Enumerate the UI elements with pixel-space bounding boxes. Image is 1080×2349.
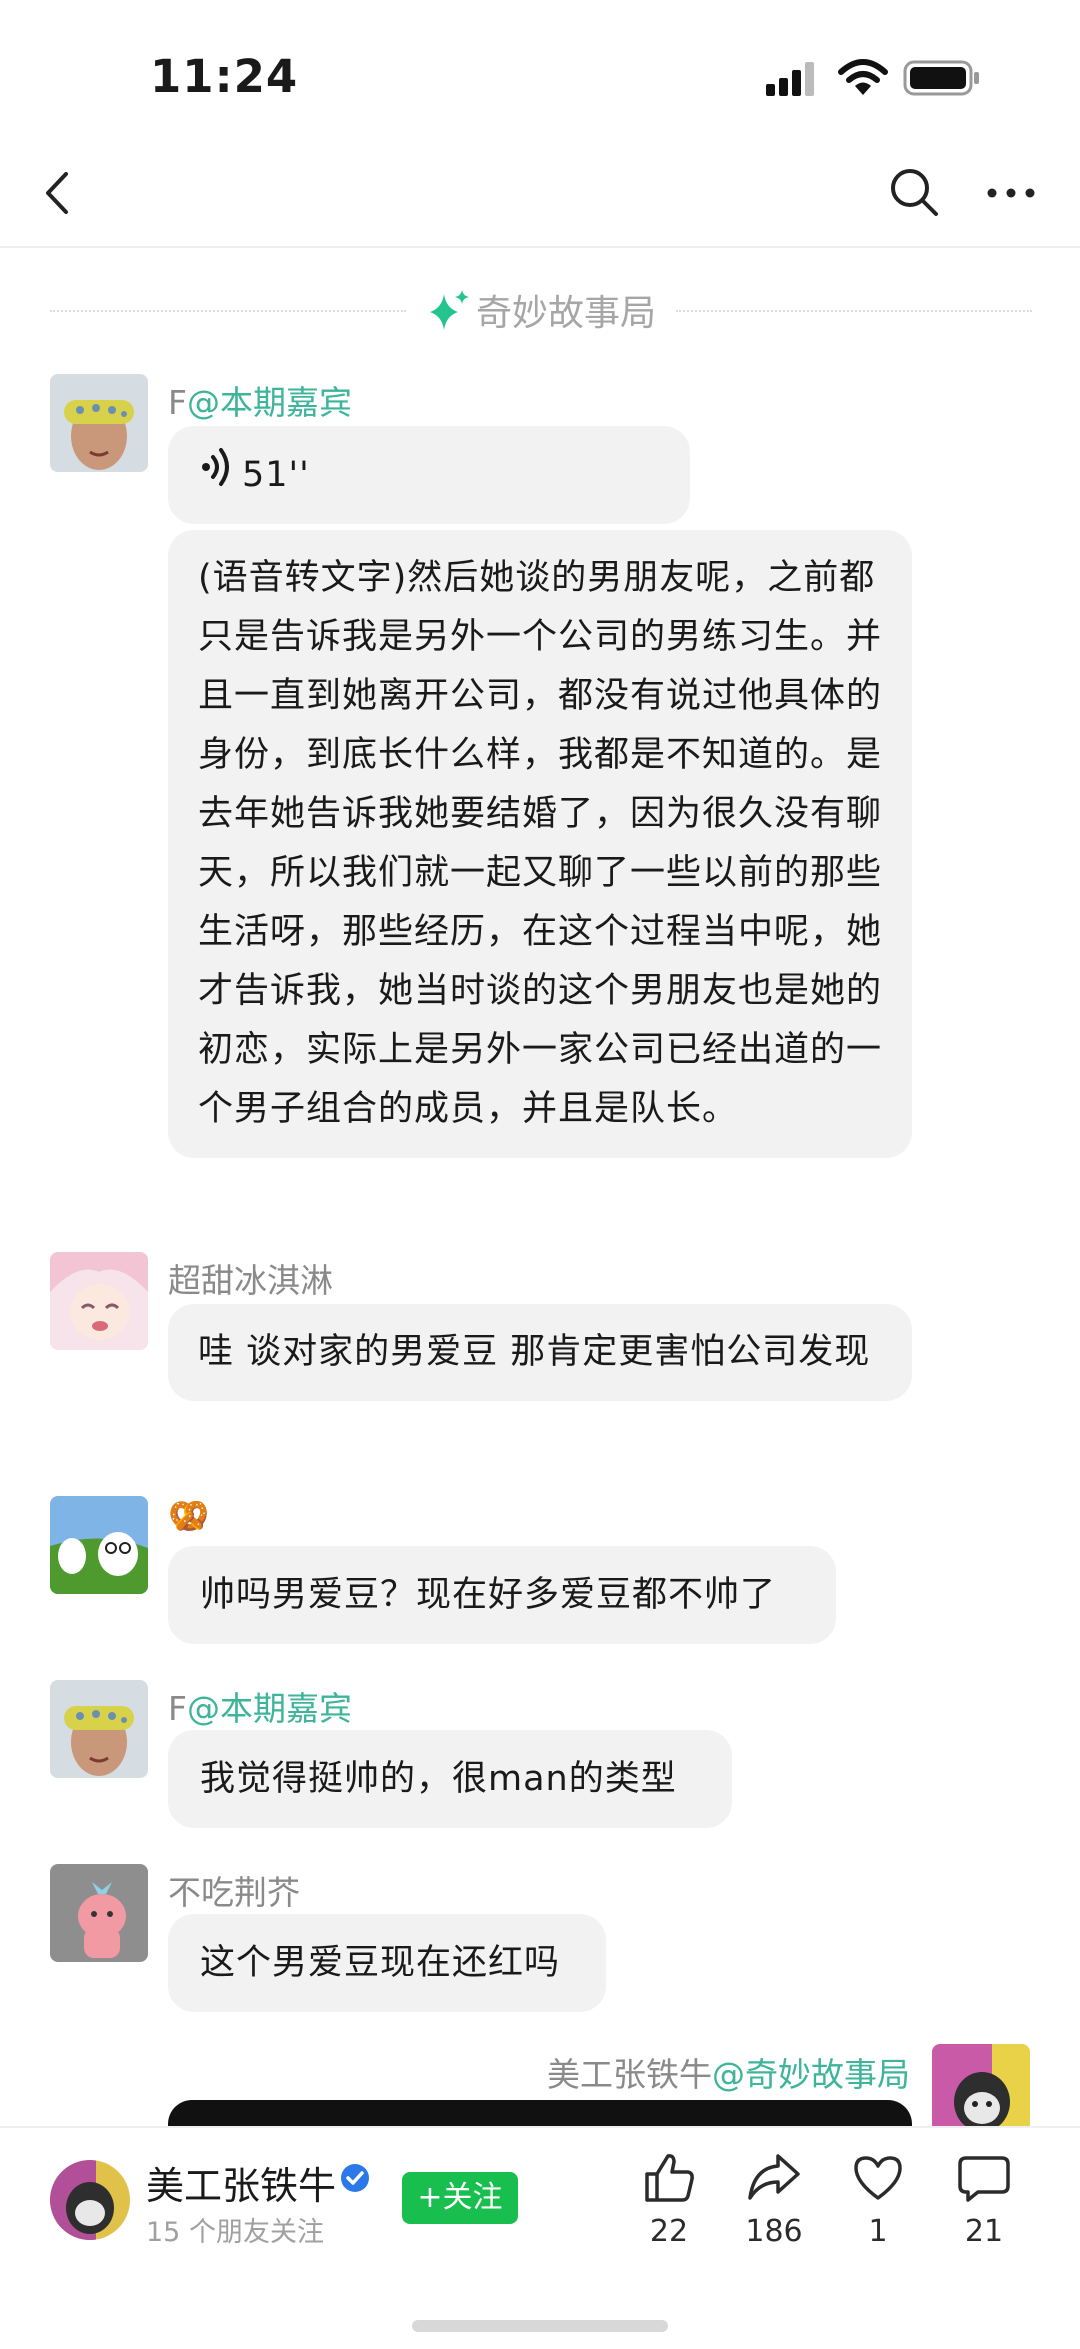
message-text: 帅吗男爱豆？现在好多爱豆都不帅了 <box>200 1575 777 1615</box>
share-count: 186 <box>745 2214 803 2249</box>
message-text: 这个男爱豆现在还红吗 <box>200 1943 561 1983</box>
like-count: 22 <box>649 2214 689 2249</box>
message-text: 哇 谈对家的男爱豆 那肯定更害怕公司发现 <box>198 1332 871 1372</box>
friends-follow-count: 15 个朋友关注 <box>146 2217 324 2248</box>
message-bubble[interactable]: 我觉得挺帅的，很man的类型 <box>168 1730 732 1828</box>
like-icon[interactable] <box>641 2150 697 2206</box>
favorite-count: 1 <box>868 2214 888 2249</box>
group-title: 奇妙故事局 <box>476 293 657 334</box>
wifi-icon <box>838 59 888 95</box>
status-time: 11:24 <box>150 50 299 103</box>
author-avatar[interactable] <box>50 2160 130 2240</box>
avatar-chaotian[interactable] <box>50 1252 148 1350</box>
username-f: F@本期嘉宾 <box>168 1689 352 1728</box>
follow-button[interactable]: +关注 <box>402 2172 518 2224</box>
author-name[interactable]: 美工张铁牛 <box>146 2155 336 2210</box>
nav-divider <box>0 246 1080 248</box>
share-icon[interactable] <box>746 2150 802 2206</box>
avatar-f[interactable] <box>50 1680 148 1778</box>
username-self: 美工张铁牛@奇妙故事局 <box>547 2055 910 2094</box>
heart-icon[interactable] <box>850 2150 906 2206</box>
voice-message-bubble[interactable]: 51'' <box>168 426 690 524</box>
avatar-pretzel[interactable] <box>50 1496 148 1594</box>
comment-icon[interactable] <box>956 2150 1012 2206</box>
avatar-buchi[interactable] <box>50 1864 148 1962</box>
username-f: F@本期嘉宾 <box>168 383 352 422</box>
username-buchi: 不吃荆芥 <box>168 1873 300 1912</box>
sparkle-icon <box>430 290 469 330</box>
home-indicator <box>412 2320 668 2332</box>
message-bubble[interactable]: 哇 谈对家的男爱豆 那肯定更害怕公司发现 <box>168 1304 912 1401</box>
transcript-text: (语音转文字)然后她谈的男朋友呢，之前都只是告诉我是另外一个公司的男练习生。并且… <box>198 558 883 1129</box>
cellular-signal-icon <box>766 62 814 96</box>
transcript-bubble[interactable]: (语音转文字)然后她谈的男朋友呢，之前都只是告诉我是另外一个公司的男练习生。并且… <box>168 530 912 1158</box>
verified-badge-icon <box>341 2164 369 2192</box>
message-bubble[interactable]: 帅吗男爱豆？现在好多爱豆都不帅了 <box>168 1546 836 1644</box>
username-pretzel: 🥨 <box>168 1496 210 1535</box>
message-bubble[interactable]: 这个男爱豆现在还红吗 <box>168 1914 606 2012</box>
more-icon[interactable] <box>986 178 1036 208</box>
search-icon[interactable] <box>888 166 940 218</box>
voice-duration: 51'' <box>242 455 310 495</box>
back-button[interactable] <box>34 168 84 218</box>
message-text: 我觉得挺帅的，很man的类型 <box>200 1759 677 1799</box>
avatar-f[interactable] <box>50 374 148 472</box>
battery-icon <box>903 60 979 96</box>
divider-line-right <box>676 310 1032 312</box>
divider-line-left <box>50 310 406 312</box>
voice-wave-icon <box>200 427 234 525</box>
username-chaotian: 超甜冰淇淋 <box>168 1261 333 1300</box>
comment-count: 21 <box>964 2214 1004 2249</box>
